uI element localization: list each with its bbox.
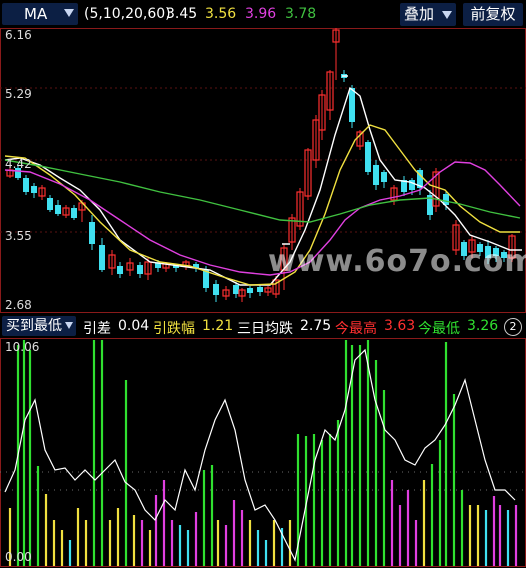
candle-body — [23, 178, 29, 192]
ind-value-sanrijundie: 2.75 — [300, 318, 332, 334]
indicator-tick-max: 10.06 — [5, 340, 40, 354]
candle-body — [47, 198, 53, 210]
ind-label-sanrijundie: 三日均跌 — [237, 321, 293, 337]
candle-body — [71, 208, 77, 218]
candle-body — [257, 287, 263, 292]
candle-body — [213, 284, 219, 295]
ind-value-jinzuidi: 3.26 — [467, 318, 499, 334]
candle-body — [137, 265, 143, 274]
indicator-line — [4, 348, 516, 562]
candle-body — [247, 288, 253, 293]
watermark: www.6o7o.com — [268, 244, 526, 279]
indicator-page-button[interactable]: 2 — [504, 318, 522, 336]
ind-value-yincha: 0.04 — [118, 318, 150, 334]
candle-body — [233, 285, 239, 294]
candle-body — [365, 142, 371, 172]
kline-chart[interactable] — [0, 0, 526, 568]
stock-chart-screen: MA (5,10,20,60) 3.45 3.56 3.96 3.78 叠加 前… — [0, 0, 526, 568]
candle-body — [373, 165, 379, 185]
indicator-select-label: 买到最低 — [6, 318, 62, 334]
dropdown-caret-icon — [65, 322, 73, 329]
candle-body — [31, 186, 37, 193]
ind-value-yindiefu: 1.21 — [202, 318, 234, 334]
price-tick: 4.42 — [5, 157, 32, 171]
candle-body — [55, 205, 61, 214]
price-tick: 5.29 — [5, 87, 32, 101]
indicator-select[interactable]: 买到最低 — [2, 316, 76, 336]
candle-body — [89, 222, 95, 244]
ind-label-yindiefu: 引跌幅 — [153, 321, 195, 337]
candle-body — [99, 245, 105, 270]
candle-body — [381, 172, 387, 182]
indicator-bar: 买到最低 引差 0.04 引跌幅 1.21 三日均跌 2.75 今最高 3.63… — [0, 314, 526, 338]
price-tick: 3.55 — [5, 229, 32, 243]
candle-body — [117, 266, 123, 274]
price-tick: 2.68 — [5, 298, 32, 312]
candle-body — [349, 88, 355, 122]
price-tick: 6.16 — [5, 28, 32, 42]
indicator-tick-min: 0.00 — [5, 550, 32, 564]
ind-label-jinzuigao: 今最高 — [335, 321, 377, 337]
ind-label-yincha: 引差 — [83, 321, 111, 337]
ind-value-jinzuigao: 3.63 — [384, 318, 416, 334]
ind-label-jinzuidi: 今最低 — [418, 321, 460, 337]
